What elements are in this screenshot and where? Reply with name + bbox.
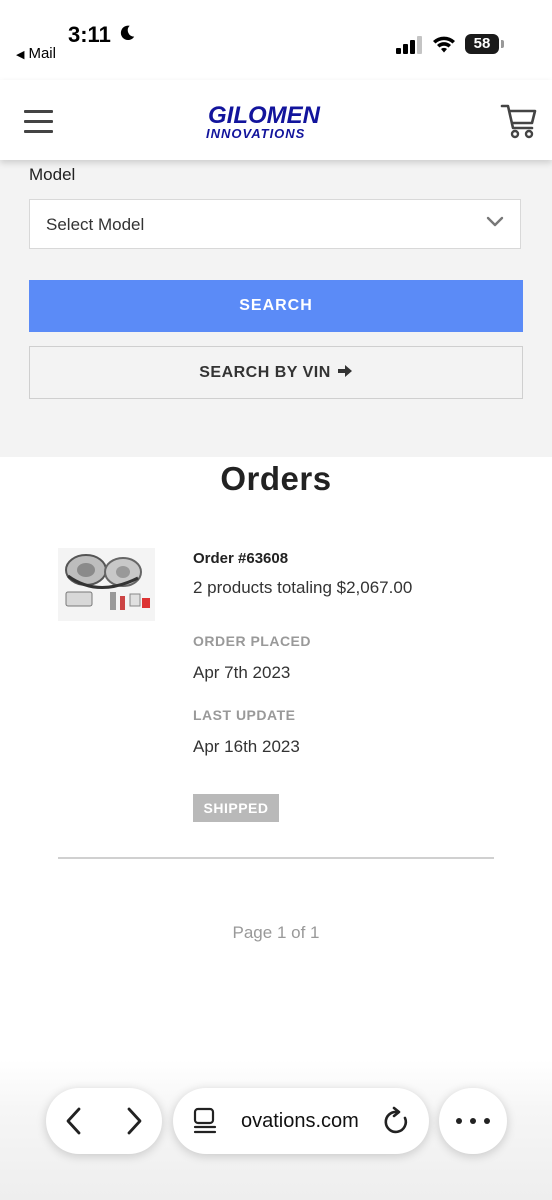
more-options-button[interactable]: [439, 1088, 507, 1154]
search-by-vin-label: SEARCH BY VIN: [199, 364, 331, 381]
back-to-app-link[interactable]: ◀ Mail: [16, 45, 56, 62]
url-text[interactable]: ovations.com: [241, 1110, 359, 1133]
page-menu-icon[interactable]: [193, 1107, 217, 1135]
model-select[interactable]: Select Model: [29, 199, 521, 249]
address-bar[interactable]: ovations.com: [173, 1088, 429, 1154]
site-header: GILOMEN INNOVATIONS: [0, 80, 552, 160]
search-button[interactable]: SEARCH: [29, 280, 523, 332]
back-triangle-icon: ◀: [16, 49, 25, 61]
last-update-date: Apr 16th 2023: [193, 737, 300, 756]
order-number-link[interactable]: Order #63608: [193, 550, 288, 567]
reload-icon[interactable]: [383, 1106, 411, 1136]
order-placed-label: ORDER PLACED: [193, 633, 312, 649]
battery-level: 58: [473, 35, 491, 52]
logo-text-bottom: INNOVATIONS: [206, 126, 306, 141]
status-bar: 3:11 ◀ Mail 58: [0, 0, 552, 80]
wifi-icon: [433, 36, 455, 53]
search-by-vin-button[interactable]: SEARCH BY VIN: [29, 346, 523, 399]
divider: [58, 857, 494, 859]
battery-icon: 58: [465, 34, 505, 54]
order-product-image[interactable]: [58, 548, 155, 621]
arrow-right-icon: [337, 364, 352, 377]
cellular-signal-icon: [396, 36, 422, 54]
back-app-label: Mail: [28, 45, 56, 62]
pagination-text: Page 1 of 1: [232, 923, 320, 942]
site-logo[interactable]: GILOMEN INNOVATIONS: [204, 102, 350, 142]
order-summary: 2 products totaling $2,067.00: [193, 578, 413, 597]
menu-icon[interactable]: [24, 110, 54, 134]
last-update-label: LAST UPDATE: [193, 707, 296, 723]
clock: 3:11: [68, 22, 111, 47]
vehicle-search-panel: Model Select Model SEARCH SEARCH BY VIN: [0, 160, 552, 457]
product-photo-illustration: [58, 548, 155, 621]
forward-arrow-icon[interactable]: [122, 1105, 146, 1137]
battery-cap: [501, 40, 504, 48]
cart-icon[interactable]: [500, 100, 538, 140]
page-title: Orders: [220, 460, 332, 497]
browser-nav-controls: [46, 1088, 162, 1154]
model-label: Model: [29, 165, 76, 184]
order-placed-date: Apr 7th 2023: [193, 663, 291, 682]
model-select-value: Select Model: [46, 215, 145, 234]
chevron-down-icon: [486, 216, 504, 227]
moon-icon: [120, 25, 135, 41]
ellipsis-icon: [456, 1118, 490, 1124]
status-badge: SHIPPED: [193, 794, 279, 822]
back-arrow-icon[interactable]: [62, 1105, 86, 1137]
